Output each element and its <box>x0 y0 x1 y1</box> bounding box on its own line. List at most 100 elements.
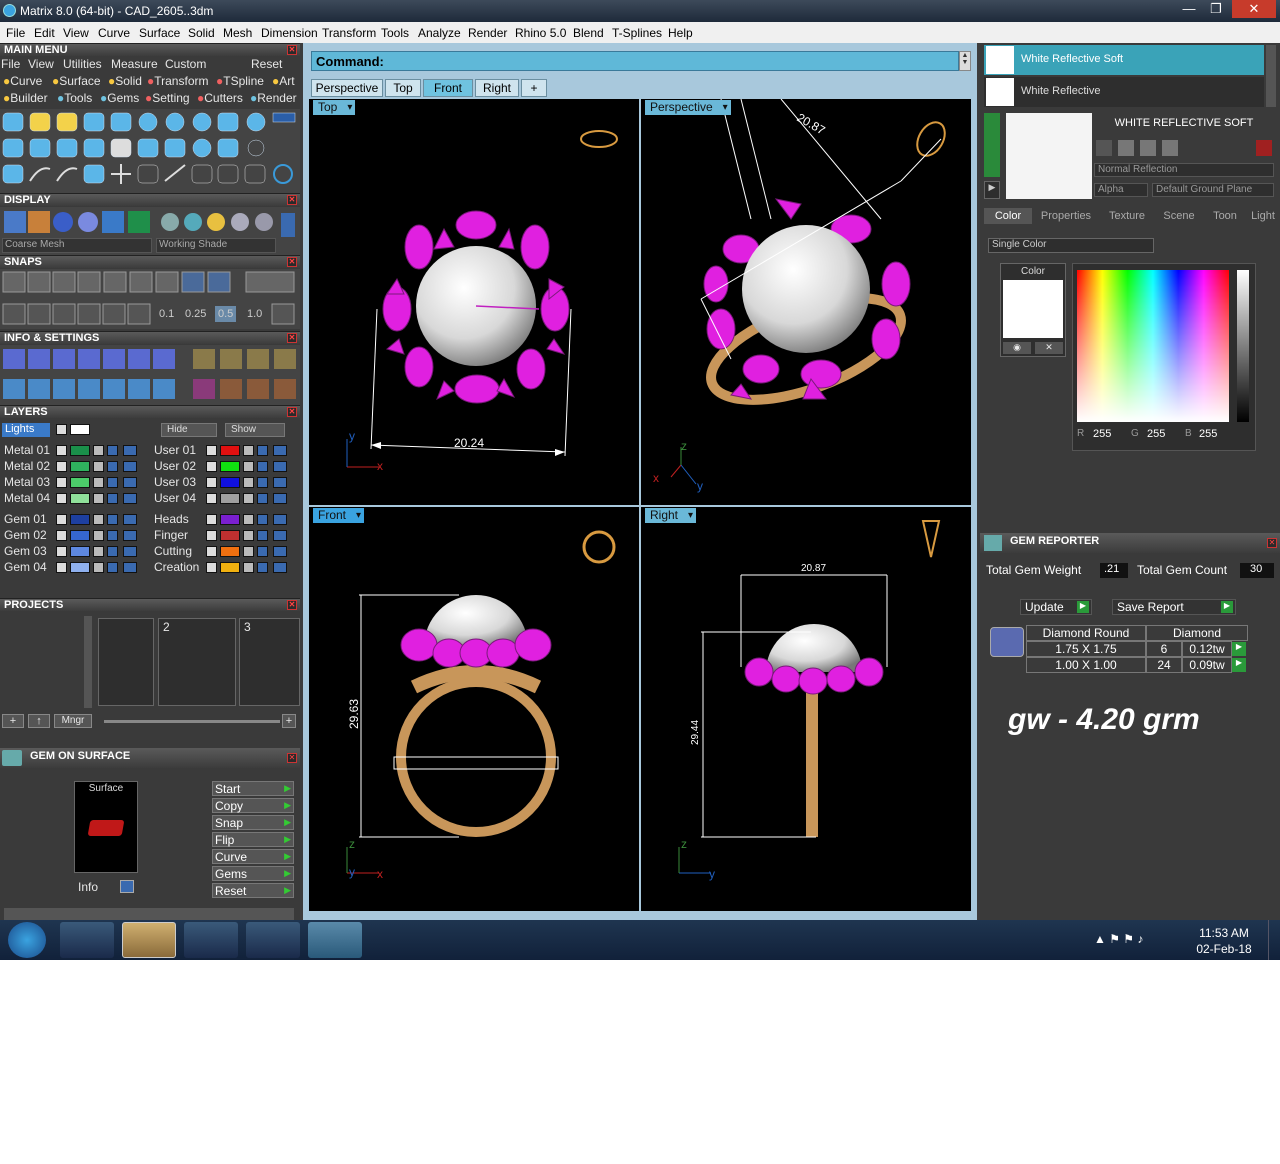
tab-texture[interactable]: Texture <box>1100 208 1154 224</box>
media-player-icon[interactable] <box>60 922 114 958</box>
lock-icon[interactable] <box>93 546 104 557</box>
visibility-icon[interactable] <box>257 562 268 573</box>
visibility-icon[interactable] <box>107 445 118 456</box>
mm-render[interactable]: ●Render <box>250 91 297 105</box>
surface-preview[interactable]: Surface <box>74 781 138 873</box>
brightness-slider[interactable] <box>1237 270 1249 422</box>
layer-current-toggle[interactable] <box>123 445 137 456</box>
lock-icon[interactable] <box>93 477 104 488</box>
lock-icon[interactable] <box>243 530 254 541</box>
layer-row[interactable]: Gem 01 <box>2 512 147 527</box>
project-slot[interactable]: 3 <box>239 618 300 706</box>
lights-expand[interactable] <box>56 424 67 435</box>
update-button[interactable]: Update ▶ <box>1020 599 1092 615</box>
lock-icon[interactable] <box>93 530 104 541</box>
layer-expand[interactable] <box>206 477 217 488</box>
layer-color-swatch[interactable] <box>70 514 90 525</box>
layer-current-toggle[interactable] <box>123 530 137 541</box>
layer-expand[interactable] <box>56 445 67 456</box>
reflection-select[interactable]: Normal Reflection <box>1094 163 1274 177</box>
layer-current-toggle[interactable] <box>273 562 287 573</box>
menu-mesh[interactable]: Mesh <box>223 26 252 40</box>
visibility-icon[interactable] <box>107 493 118 504</box>
close-icon[interactable]: ✕ <box>287 257 297 267</box>
curve-button[interactable]: Curve ▶ <box>212 849 294 864</box>
layer-expand[interactable] <box>56 477 67 488</box>
menu-blend[interactable]: Blend <box>573 26 604 40</box>
material-item-white-reflective[interactable]: White Reflective <box>984 77 1264 107</box>
mm-utilities[interactable]: Utilities <box>63 57 102 71</box>
menu-edit[interactable]: Edit <box>34 26 55 40</box>
snap-0-5[interactable]: 0.5 <box>215 306 237 322</box>
layer-expand[interactable] <box>206 514 217 525</box>
layer-expand[interactable] <box>206 493 217 504</box>
start-button[interactable] <box>8 922 46 958</box>
add-project-button[interactable]: + <box>2 714 24 728</box>
layer-color-swatch[interactable] <box>70 477 90 488</box>
layer-color-swatch[interactable] <box>70 530 90 541</box>
play-icon[interactable]: ▶ <box>984 181 1000 199</box>
info-icons[interactable] <box>0 345 300 405</box>
layer-row[interactable]: Finger <box>152 528 297 543</box>
maximize-button[interactable]: ❐ <box>1203 0 1229 18</box>
layer-current-toggle[interactable] <box>123 546 137 557</box>
lock-icon[interactable] <box>93 562 104 573</box>
lights-layer[interactable]: Lights <box>2 423 50 437</box>
layer-row[interactable]: User 02 <box>152 459 297 474</box>
visibility-icon[interactable] <box>107 477 118 488</box>
tab-scene[interactable]: Scene <box>1156 208 1202 224</box>
layer-expand[interactable] <box>56 546 67 557</box>
menu-transform[interactable]: Transform <box>322 26 376 40</box>
mm-reset[interactable]: Reset <box>251 57 282 71</box>
viewport-right[interactable]: Right 20.87 29.44 y z <box>641 507 971 911</box>
layer-row[interactable]: Metal 02 <box>2 459 147 474</box>
layer-expand[interactable] <box>206 530 217 541</box>
layer-current-toggle[interactable] <box>273 514 287 525</box>
minimize-button[interactable]: — <box>1176 0 1202 18</box>
shade-select[interactable]: Working Shade <box>156 238 276 253</box>
snap-button[interactable]: Snap ▶ <box>212 815 294 830</box>
viewport-right-label[interactable]: Right <box>645 508 697 523</box>
lock-icon[interactable] <box>243 477 254 488</box>
copy-button[interactable]: Copy ▶ <box>212 798 294 813</box>
close-icon[interactable]: ✕ <box>287 45 297 55</box>
show-button[interactable]: Show <box>225 423 285 437</box>
tab-properties[interactable]: Properties <box>1034 208 1098 224</box>
layer-expand[interactable] <box>56 562 67 573</box>
layer-current-toggle[interactable] <box>273 493 287 504</box>
layer-expand[interactable] <box>206 562 217 573</box>
mm-setting[interactable]: ●Setting <box>145 91 190 105</box>
visibility-icon[interactable] <box>107 514 118 525</box>
layer-color-swatch[interactable] <box>220 477 240 488</box>
internet-explorer-icon[interactable] <box>184 922 238 958</box>
menu-file[interactable]: File <box>6 26 25 40</box>
layer-row[interactable]: User 03 <box>152 475 297 490</box>
reset-button[interactable]: Reset ▶ <box>212 883 294 898</box>
flip-button[interactable]: Flip ▶ <box>212 832 294 847</box>
info-toggle[interactable] <box>120 880 134 893</box>
mm-tools[interactable]: ●Tools <box>57 91 92 105</box>
play-icon[interactable]: ▶ <box>1232 642 1246 656</box>
visibility-icon[interactable] <box>107 562 118 573</box>
clear-color-icon[interactable]: ✕ <box>1035 342 1063 354</box>
mm-solid[interactable]: ●Solid <box>108 74 142 88</box>
close-button[interactable]: ✕ <box>1232 0 1276 18</box>
lock-icon[interactable] <box>243 514 254 525</box>
clock-time[interactable]: 11:53 AM <box>1190 926 1258 940</box>
tab-right[interactable]: Right <box>475 79 519 97</box>
diamond-round-icon[interactable] <box>990 627 1024 657</box>
alpha-field[interactable]: Alpha <box>1094 183 1148 197</box>
viewport-top-label[interactable]: Top <box>313 100 356 115</box>
tab-light[interactable]: Light <box>1248 208 1278 224</box>
lights-swatch[interactable] <box>70 424 90 435</box>
layer-color-swatch[interactable] <box>220 530 240 541</box>
tab-perspective[interactable]: Perspective <box>311 79 383 97</box>
layer-row[interactable]: Gem 04 <box>2 560 147 575</box>
layer-color-swatch[interactable] <box>220 493 240 504</box>
material-item-white-reflective-soft[interactable]: White Reflective Soft <box>984 45 1264 75</box>
layer-current-toggle[interactable] <box>273 546 287 557</box>
viewport-perspective[interactable]: Perspective 20.87 <box>641 99 971 505</box>
close-icon[interactable]: ✕ <box>287 600 297 610</box>
color-picker[interactable]: R 255 G 255 B 255 <box>1072 263 1256 451</box>
visibility-icon[interactable] <box>107 530 118 541</box>
